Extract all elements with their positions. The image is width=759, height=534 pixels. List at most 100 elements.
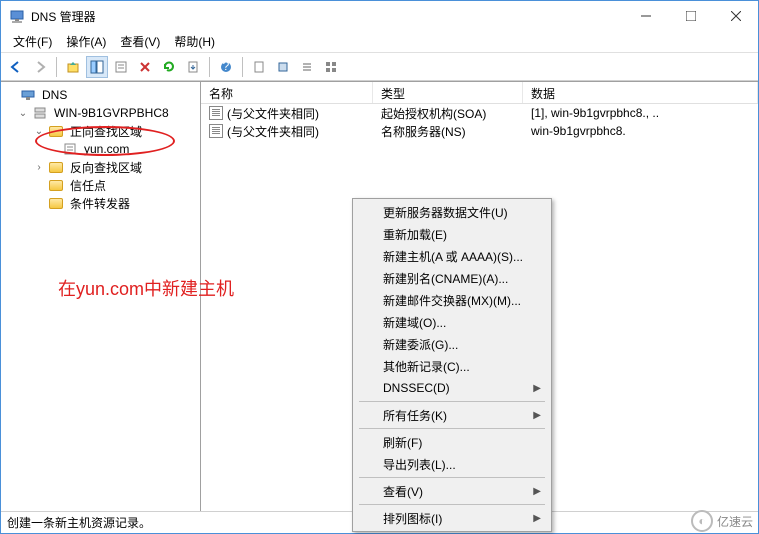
delete-button[interactable] [134, 56, 156, 78]
ctx-all-tasks[interactable]: 所有任务(K) ▶ [355, 404, 549, 426]
ctx-arrange-icons[interactable]: 排列图标(I) ▶ [355, 507, 549, 529]
ctx-new-alias[interactable]: 新建别名(CNAME)(A)... [355, 267, 549, 289]
ctx-label: 查看(V) [383, 483, 423, 500]
window-title: DNS 管理器 [31, 8, 623, 25]
close-button[interactable] [713, 1, 758, 31]
maximize-button[interactable] [668, 1, 713, 31]
cell-type: 起始授权机构(SOA) [373, 104, 523, 123]
folder-icon [48, 123, 64, 139]
ctx-new-domain[interactable]: 新建域(O)... [355, 311, 549, 333]
separator [242, 57, 243, 77]
submenu-arrow-icon: ▶ [533, 383, 541, 394]
toolbar: ? [1, 53, 758, 81]
expand-icon[interactable]: › [33, 162, 45, 173]
ctx-new-mx[interactable]: 新建邮件交换器(MX)(M)... [355, 289, 549, 311]
menu-separator [359, 428, 545, 429]
col-type[interactable]: 类型 [373, 82, 523, 103]
col-data[interactable]: 数据 [523, 82, 758, 103]
ctx-label: 所有任务(K) [383, 407, 447, 424]
cell-type: 名称服务器(NS) [373, 122, 523, 141]
back-button[interactable] [5, 56, 27, 78]
menu-help[interactable]: 帮助(H) [168, 31, 221, 52]
menu-separator [359, 504, 545, 505]
tree-trust-points[interactable]: 信任点 [3, 176, 198, 194]
ctx-label: DNSSEC(D) [383, 381, 450, 395]
zone-icon [62, 141, 78, 157]
cell-data: win-9b1gvrpbhc8. [523, 123, 758, 139]
ctx-export[interactable]: 导出列表(L)... [355, 453, 549, 475]
show-tree-button[interactable] [86, 56, 108, 78]
folder-icon [48, 195, 64, 211]
col-name[interactable]: 名称 [201, 82, 373, 103]
export-button[interactable] [182, 56, 204, 78]
tree-label: yun.com [81, 141, 132, 157]
ctx-view[interactable]: 查看(V) ▶ [355, 480, 549, 502]
cell-text: (与父文件夹相同) [227, 105, 319, 122]
ctx-other-records[interactable]: 其他新记录(C)... [355, 355, 549, 377]
tree-root-dns[interactable]: DNS [3, 86, 198, 104]
list-row[interactable]: (与父文件夹相同) 起始授权机构(SOA) [1], win-9b1gvrpbh… [201, 104, 758, 122]
ctx-reload[interactable]: 重新加载(E) [355, 223, 549, 245]
filter-button[interactable] [248, 56, 270, 78]
up-button[interactable] [62, 56, 84, 78]
tree-conditional-forwarders[interactable]: 条件转发器 [3, 194, 198, 212]
cell-data: [1], win-9b1gvrpbhc8., .. [523, 105, 758, 121]
watermark: ◐ 亿速云 [691, 510, 753, 532]
cell-name: (与父文件夹相同) [201, 104, 373, 123]
expand-icon[interactable]: ⌄ [17, 108, 29, 119]
tree-pane[interactable]: DNS ⌄ WIN-9B1GVRPBHC8 ⌄ 正向查找区域 yun.com ›… [1, 82, 201, 511]
help-button[interactable]: ? [215, 56, 237, 78]
expand-icon[interactable]: ⌄ [33, 126, 45, 137]
window-buttons [623, 1, 758, 31]
watermark-text: 亿速云 [717, 513, 753, 530]
watermark-icon: ◐ [691, 510, 713, 532]
menu-view[interactable]: 查看(V) [114, 31, 166, 52]
cell-name: (与父文件夹相同) [201, 122, 373, 141]
server-icon [32, 105, 48, 121]
list-header: 名称 类型 数据 [201, 82, 758, 104]
tree-forward-zones[interactable]: ⌄ 正向查找区域 [3, 122, 198, 140]
ctx-dnssec[interactable]: DNSSEC(D) ▶ [355, 377, 549, 399]
cell-text: (与父文件夹相同) [227, 123, 319, 140]
tree-label: 信任点 [67, 176, 109, 195]
submenu-arrow-icon: ▶ [533, 410, 541, 421]
tree-zone-yun-com[interactable]: yun.com [3, 140, 198, 158]
status-text: 创建一条新主机资源记录。 [7, 514, 151, 531]
list-button[interactable] [296, 56, 318, 78]
ctx-label: 排列图标(I) [383, 510, 442, 527]
tree-label: WIN-9B1GVRPBHC8 [51, 105, 172, 121]
folder-icon [48, 177, 64, 193]
minimize-button[interactable] [623, 1, 668, 31]
record-icon [209, 124, 223, 138]
new-record-button[interactable] [272, 56, 294, 78]
tree-label: 反向查找区域 [67, 158, 145, 177]
app-icon [9, 8, 25, 24]
tree-label: 正向查找区域 [67, 122, 145, 141]
titlebar: DNS 管理器 [1, 1, 758, 31]
properties-button[interactable] [110, 56, 132, 78]
submenu-arrow-icon: ▶ [533, 513, 541, 524]
refresh-button[interactable] [158, 56, 180, 78]
separator [56, 57, 57, 77]
menubar: 文件(F) 操作(A) 查看(V) 帮助(H) [1, 31, 758, 53]
menu-file[interactable]: 文件(F) [7, 31, 58, 52]
tree-label: DNS [39, 87, 70, 103]
record-icon [209, 106, 223, 120]
tree-label: 条件转发器 [67, 194, 133, 213]
forward-button[interactable] [29, 56, 51, 78]
tree-reverse-zones[interactable]: › 反向查找区域 [3, 158, 198, 176]
list-row[interactable]: (与父文件夹相同) 名称服务器(NS) win-9b1gvrpbhc8. [201, 122, 758, 140]
ctx-update-data[interactable]: 更新服务器数据文件(U) [355, 201, 549, 223]
ctx-new-host[interactable]: 新建主机(A 或 AAAA)(S)... [355, 245, 549, 267]
detail-button[interactable] [320, 56, 342, 78]
svg-text:?: ? [223, 60, 230, 73]
folder-icon [48, 159, 64, 175]
dns-icon [20, 87, 36, 103]
menu-separator [359, 477, 545, 478]
menu-action[interactable]: 操作(A) [60, 31, 112, 52]
ctx-refresh[interactable]: 刷新(F) [355, 431, 549, 453]
submenu-arrow-icon: ▶ [533, 486, 541, 497]
ctx-new-delegation[interactable]: 新建委派(G)... [355, 333, 549, 355]
tree-server[interactable]: ⌄ WIN-9B1GVRPBHC8 [3, 104, 198, 122]
context-menu: 更新服务器数据文件(U) 重新加载(E) 新建主机(A 或 AAAA)(S)..… [352, 198, 552, 532]
